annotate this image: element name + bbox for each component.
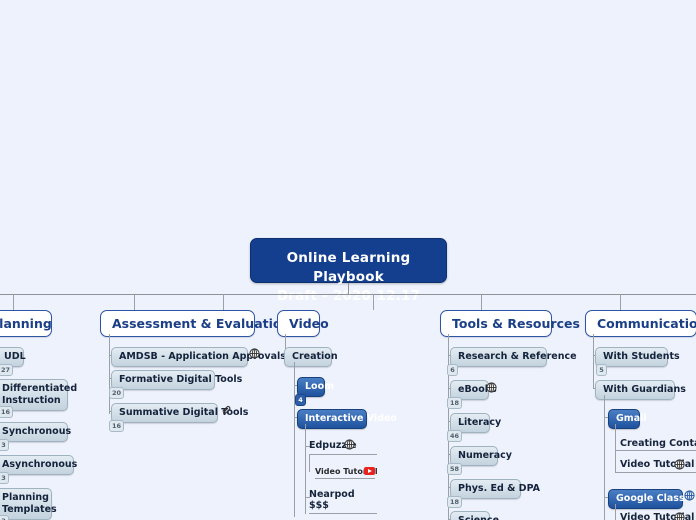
node-creating-contact-mailing[interactable]: Creating Contact Maili [620, 438, 696, 450]
node-with-students-label: With Students [603, 351, 680, 362]
node-with-guardians-label: With Guardians [603, 384, 686, 395]
node-asynchronous-label: Asynchronous [2, 459, 78, 470]
node-gmail[interactable]: Gmail [608, 409, 647, 429]
badge-numeracy: 58 [447, 463, 463, 475]
node-research-reference-label: Research & Reference [458, 351, 577, 362]
connector-gmail-children [615, 424, 616, 472]
node-literacy-label: Literacy [458, 417, 502, 428]
connector-drop-planning [13, 294, 14, 310]
node-summative-digital-tools[interactable]: Summative Digital Tools [111, 403, 248, 423]
category-communication[interactable]: Communication [585, 310, 696, 337]
category-assessment[interactable]: Assessment & Evaluation [100, 310, 290, 337]
node-formative-digital-tools-label: Formative Digital Tools [119, 374, 243, 385]
youtube-icon[interactable] [364, 467, 375, 475]
category-planning[interactable]: Planning [0, 310, 52, 337]
badge-literacy: 46 [447, 430, 463, 442]
node-creating-contact-mailing-label: Creating Contact Maili [620, 438, 696, 449]
category-video[interactable]: Video [277, 310, 329, 337]
category-planning-label: Planning [0, 316, 52, 331]
node-phys-ed-dpa-label: Phys. Ed & DPA [458, 483, 541, 494]
attachment-icon[interactable] [221, 405, 231, 415]
globe-icon[interactable] [249, 348, 260, 359]
connector-drop-assessment [134, 294, 135, 310]
connector-edpuzzle-child [309, 454, 310, 472]
connector-tools-spine [448, 334, 449, 519]
connector-contact-mailing-underline [615, 450, 696, 451]
globe-icon[interactable] [486, 382, 497, 393]
connector-drop-extra [620, 294, 621, 310]
connector-main-bus [0, 294, 696, 295]
node-creation-label: Creation [292, 351, 338, 362]
node-creation[interactable]: Creation [284, 347, 338, 367]
badge-ebooks: 18 [447, 397, 463, 409]
node-interactive-video-label: Interactive Video [305, 413, 397, 424]
connector-video-tutorial-gmail-underline [615, 472, 696, 473]
badge-synchronous: 3 [0, 439, 9, 451]
node-nearpod-label: Nearpod $$$ [309, 489, 355, 511]
connector-guardians-spine [604, 395, 605, 520]
node-research-reference[interactable]: Research & Reference [450, 347, 577, 367]
category-assessment-label: Assessment & Evaluation [112, 316, 291, 331]
node-asynchronous[interactable]: Asynchronous [0, 455, 78, 475]
node-planning-templates-label: Planning Templates [2, 492, 57, 515]
node-udl-label: UDL [4, 351, 26, 362]
node-differentiated-instruction-label: Differentiated Instruction [2, 383, 78, 406]
category-tools-label: Tools & Resources [452, 316, 580, 331]
connector-drop-tools [373, 294, 374, 310]
node-numeracy-label: Numeracy [458, 450, 512, 461]
node-science[interactable]: Science [450, 511, 499, 520]
badge-differentiated-instruction: 16 [0, 406, 14, 418]
node-gmail-label: Gmail [616, 413, 647, 424]
badge-loom: 4 [295, 394, 306, 406]
connector-edpuzzle-underline [309, 454, 377, 455]
globe-icon[interactable] [674, 459, 685, 470]
connector-root-stem [348, 283, 349, 294]
connector-communication-spine [593, 334, 594, 389]
globe-icon[interactable] [684, 490, 695, 501]
connector-classroom-children [615, 504, 616, 520]
node-synchronous[interactable]: Synchronous [0, 422, 72, 442]
root-node[interactable]: Online Learning Playbook Draft - 2020.12… [250, 238, 447, 304]
node-with-guardians[interactable]: With Guardians [595, 380, 686, 400]
category-communication-label: Communication [597, 316, 696, 331]
connector-assessment-spine [109, 334, 110, 414]
connector-nearpod-underline [309, 513, 377, 514]
node-google-classroom[interactable]: Google Classroom [608, 489, 696, 509]
connector-drop-communication [481, 294, 482, 310]
connector-drop-video [223, 294, 224, 310]
badge-udl: 27 [0, 364, 14, 376]
badge-phys-ed-dpa: 18 [447, 496, 463, 508]
mindmap-canvas[interactable]: Online Learning Playbook Draft - 2020.12… [0, 0, 696, 520]
connector-interactive-video-spine [305, 424, 306, 514]
root-title-line1: Online Learning Playbook [286, 250, 411, 285]
node-formative-digital-tools[interactable]: Formative Digital Tools [111, 370, 242, 390]
badge-summative-digital-tools: 16 [109, 420, 125, 432]
badge-with-students: 5 [596, 364, 607, 376]
category-tools[interactable]: Tools & Resources [440, 310, 580, 337]
badge-planning-templates: 3 [0, 515, 9, 520]
node-amdsb-application-approvals[interactable]: AMDSB - Application Approvals [111, 347, 286, 367]
badge-research-reference: 6 [447, 364, 458, 376]
node-loom-label: Loom [305, 381, 335, 392]
badge-formative-digital-tools: 20 [109, 387, 125, 399]
node-amdsb-application-approvals-label: AMDSB - Application Approvals [119, 351, 286, 362]
node-science-label: Science [458, 515, 499, 520]
node-interactive-video[interactable]: Interactive Video [297, 409, 397, 429]
globe-icon[interactable] [344, 439, 355, 450]
globe-icon[interactable] [674, 512, 685, 520]
connector-video-tutorial-underline [315, 478, 375, 479]
badge-asynchronous: 3 [0, 472, 9, 484]
node-nearpod[interactable]: Nearpod $$$ [309, 489, 373, 511]
category-video-label: Video [289, 316, 329, 331]
node-synchronous-label: Synchronous [2, 426, 72, 437]
